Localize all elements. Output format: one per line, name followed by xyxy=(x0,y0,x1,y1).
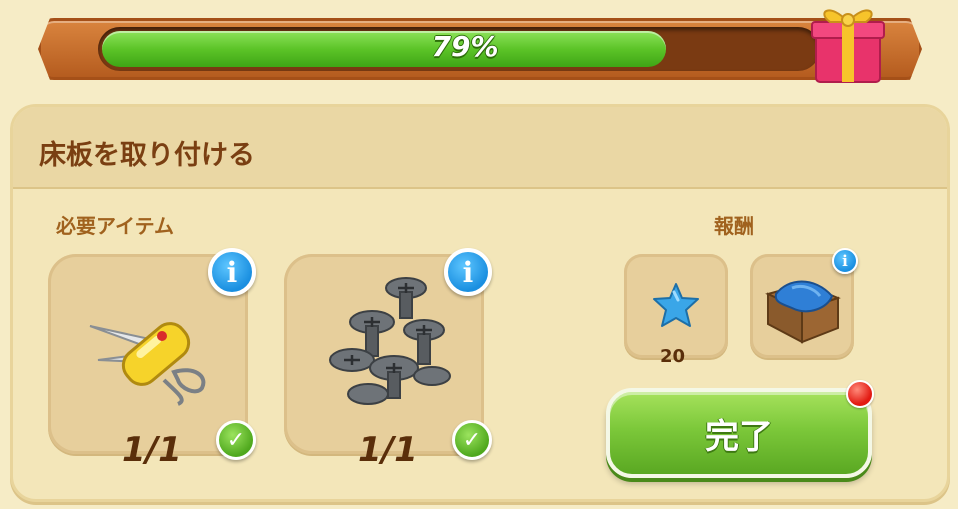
fabric-crate-icon xyxy=(765,280,841,344)
pocket-knife-icon xyxy=(89,322,206,406)
rewards-label: 報酬 xyxy=(714,214,754,238)
required-item-card-2[interactable]: i 1/1 ✓ xyxy=(284,248,492,470)
reward-info-button-2[interactable]: i xyxy=(832,248,858,274)
reward-count-1: 20 xyxy=(660,346,686,367)
progress-bar-fill xyxy=(102,31,666,67)
required-items-label: 必要アイテム xyxy=(56,214,174,238)
progress-percent: 79% xyxy=(431,30,499,63)
complete-button[interactable]: 完了 xyxy=(606,388,872,478)
required-item-card-1[interactable]: i 1/1 ✓ xyxy=(48,248,256,470)
item-count-2: 1/1 xyxy=(358,430,418,470)
gift-box-icon[interactable] xyxy=(808,0,888,86)
check-icon: ✓ xyxy=(216,420,256,460)
complete-button-label: 完了 xyxy=(705,416,773,457)
item-info-button-1[interactable]: i xyxy=(208,248,256,296)
check-icon: ✓ xyxy=(452,420,492,460)
screws-icon xyxy=(329,277,451,405)
item-info-button-2[interactable]: i xyxy=(444,248,492,296)
notification-dot-icon xyxy=(846,380,874,408)
reward-card-1[interactable] xyxy=(624,254,728,358)
item-count-1: 1/1 xyxy=(122,430,182,470)
task-title: 床板を取り付ける xyxy=(39,140,255,171)
reward-card-2[interactable]: i xyxy=(750,248,858,358)
blue-star-icon xyxy=(653,283,699,327)
